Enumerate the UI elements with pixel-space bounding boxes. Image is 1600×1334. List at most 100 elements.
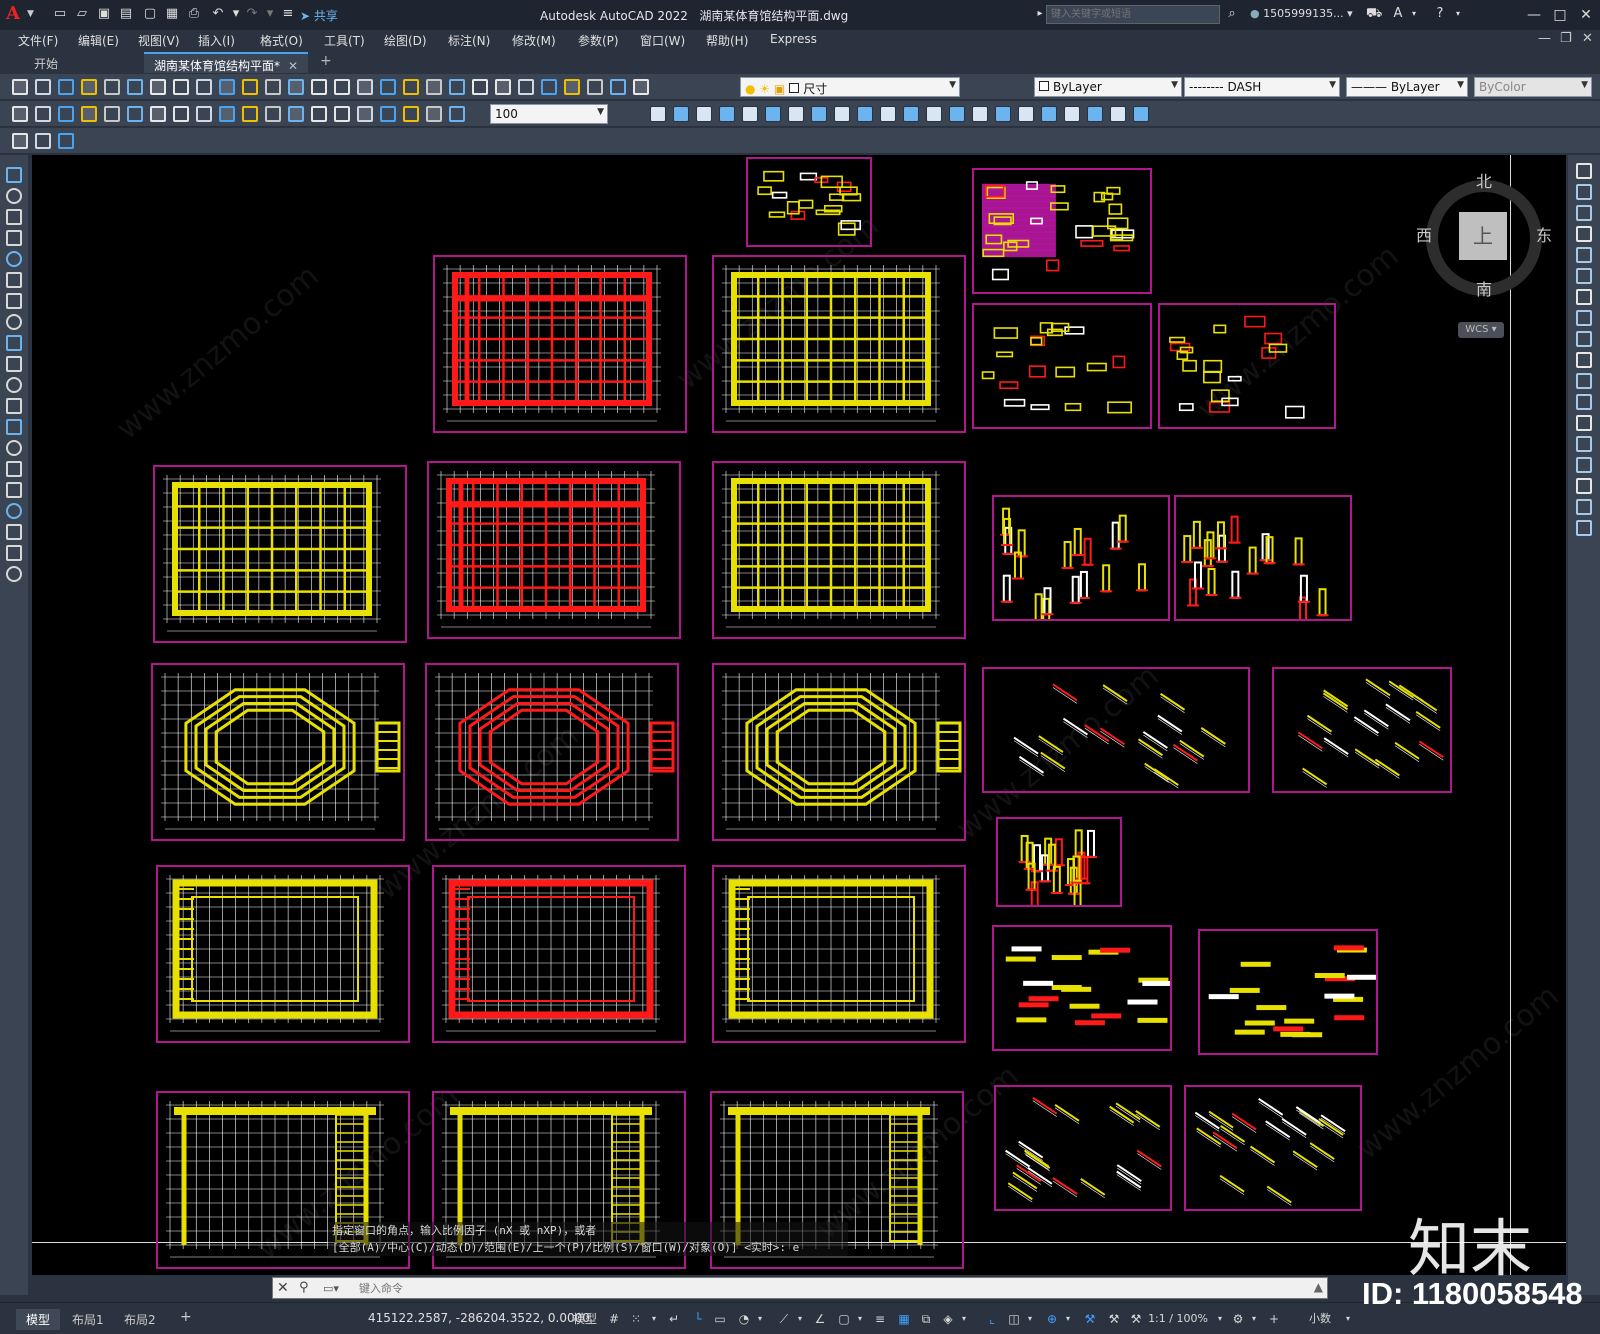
redo-icon[interactable]: ↷ xyxy=(244,6,260,22)
color-dropdown[interactable]: ByLayer ▼ xyxy=(1034,77,1182,97)
tab-layout2[interactable]: 布局2 xyxy=(114,1309,166,1330)
multileader-style-icon[interactable] xyxy=(35,133,51,149)
radius-icon[interactable] xyxy=(104,106,120,122)
aligned-dim-icon[interactable] xyxy=(35,106,51,122)
plot-preview-icon[interactable] xyxy=(104,79,120,95)
drawing-sheet[interactable] xyxy=(153,465,407,643)
viewcube-top-face[interactable]: 上 xyxy=(1459,212,1507,260)
object-snap-tracking-icon[interactable]: ∠ xyxy=(812,1311,828,1327)
wcs-menu[interactable]: WCS ▾ xyxy=(1458,322,1504,338)
redo-icon[interactable] xyxy=(288,79,304,95)
workspace-gear-icon[interactable]: ⚙ xyxy=(1230,1311,1246,1327)
plotstyle-dropdown[interactable]: ByColor ▼ xyxy=(1474,77,1592,97)
add-selected-icon[interactable] xyxy=(6,566,22,582)
save-as-icon[interactable]: ▤ xyxy=(118,6,134,22)
annotation-monitor-icon[interactable]: + xyxy=(1266,1311,1282,1327)
selection-cycling-icon[interactable]: ⧉ xyxy=(918,1311,934,1327)
extend-icon[interactable] xyxy=(1576,373,1592,389)
join-icon[interactable] xyxy=(1576,436,1592,452)
drawing-canvas[interactable]: www.znzmo.com www.znzmo.com www.znzmo.co… xyxy=(32,155,1566,1275)
drawing-sheet[interactable] xyxy=(994,1085,1172,1211)
break-point-icon[interactable] xyxy=(903,106,919,122)
scale-icon[interactable] xyxy=(811,106,827,122)
array-icon[interactable] xyxy=(742,106,758,122)
help-icon[interactable]: ? xyxy=(1432,6,1448,22)
coordinate-readout[interactable]: 415122.2587, -286204.3522, 0.0000 xyxy=(368,1311,590,1325)
stretch-icon[interactable] xyxy=(1576,331,1592,347)
compass-east[interactable]: 东 xyxy=(1536,222,1552,246)
new-icon[interactable] xyxy=(12,79,28,95)
undo-icon[interactable]: ↶ xyxy=(210,6,226,22)
block-editor-icon[interactable] xyxy=(242,79,258,95)
menu-window[interactable]: 窗口(W) xyxy=(640,32,685,49)
rotate-icon[interactable] xyxy=(788,106,804,122)
new-file-icon[interactable]: ▭ xyxy=(52,6,68,22)
selection-filter-dropdown-icon[interactable]: ▾ xyxy=(1022,1311,1038,1327)
plot-icon[interactable]: ⎙ xyxy=(186,6,202,22)
menu-view[interactable]: 视图(V) xyxy=(138,32,180,49)
gizmo-dropdown-icon[interactable]: ▾ xyxy=(1060,1311,1076,1327)
pan-icon[interactable] xyxy=(311,79,327,95)
doc-close-button[interactable]: ✕ xyxy=(1582,31,1593,46)
zoom-previous-icon[interactable] xyxy=(380,79,396,95)
copy-icon[interactable] xyxy=(1576,184,1592,200)
insert-block-icon[interactable] xyxy=(6,398,22,414)
make-current-icon[interactable] xyxy=(610,79,626,95)
jogged-linear-icon[interactable] xyxy=(380,106,396,122)
dim-edit-icon[interactable] xyxy=(403,106,419,122)
rotate-icon[interactable] xyxy=(1576,289,1592,305)
scale-icon[interactable] xyxy=(1576,310,1592,326)
close-tab-icon[interactable]: ✕ xyxy=(288,59,298,73)
break-icon[interactable] xyxy=(926,106,942,122)
break-icon[interactable] xyxy=(1576,415,1592,431)
ordinate-icon[interactable] xyxy=(81,106,97,122)
multileader-icon[interactable] xyxy=(12,133,28,149)
drawing-sheet[interactable] xyxy=(1158,303,1336,429)
ortho-icon[interactable]: └ xyxy=(690,1311,706,1327)
cart-icon[interactable]: ⛟ xyxy=(1366,6,1382,22)
circle-icon[interactable] xyxy=(6,293,22,309)
markup-icon[interactable] xyxy=(495,79,511,95)
polygon-icon[interactable] xyxy=(6,230,22,246)
share-button[interactable]: ➤ 共享 xyxy=(300,7,338,24)
a360-dropdown-icon[interactable]: ▾ xyxy=(1406,6,1422,22)
linear-dim-icon[interactable] xyxy=(12,106,28,122)
join-icon[interactable] xyxy=(949,106,965,122)
drawing-sheet[interactable] xyxy=(712,255,966,433)
menu-draw[interactable]: 绘图(D) xyxy=(384,32,427,49)
construction-line-icon[interactable] xyxy=(6,188,22,204)
jogged-icon[interactable] xyxy=(127,106,143,122)
help-search-input[interactable] xyxy=(1046,5,1220,24)
drawing-sheet[interactable] xyxy=(712,663,966,841)
isodraft-dropdown-icon[interactable]: ▾ xyxy=(792,1311,808,1327)
menu-dimension[interactable]: 标注(N) xyxy=(448,32,490,49)
offset-icon[interactable] xyxy=(1576,226,1592,242)
drawing-sheet[interactable] xyxy=(156,865,410,1043)
help-icon[interactable] xyxy=(541,79,557,95)
chamfer-icon[interactable] xyxy=(972,106,988,122)
layer-state-icon[interactable] xyxy=(587,79,603,95)
offset-icon[interactable] xyxy=(719,106,735,122)
compass-north[interactable]: 北 xyxy=(1476,168,1492,192)
drawing-sheet[interactable] xyxy=(972,168,1152,294)
save-icon[interactable] xyxy=(58,79,74,95)
cut-icon[interactable] xyxy=(150,79,166,95)
scale-dropdown-icon[interactable]: ▾ xyxy=(1212,1311,1228,1327)
command-input[interactable] xyxy=(359,1281,1319,1296)
customize-qat-icon[interactable]: ≡ xyxy=(280,6,296,22)
make-block-icon[interactable] xyxy=(6,419,22,435)
save-web-icon[interactable]: ▦ xyxy=(164,6,180,22)
tool-palettes-icon[interactable] xyxy=(449,79,465,95)
doc-minimize-button[interactable]: — xyxy=(1538,31,1551,46)
diameter-icon[interactable] xyxy=(150,106,166,122)
dim-update-icon[interactable] xyxy=(449,106,465,122)
undo-icon[interactable] xyxy=(265,79,281,95)
polyline-icon[interactable] xyxy=(6,209,22,225)
sheet-set-icon[interactable] xyxy=(472,79,488,95)
rectangle-icon[interactable] xyxy=(6,251,22,267)
close-button[interactable]: ✕ xyxy=(1576,5,1596,25)
help-dropdown-icon[interactable]: ▾ xyxy=(1450,6,1466,22)
fillet-icon[interactable] xyxy=(995,106,1011,122)
snap-dropdown-icon[interactable]: ▾ xyxy=(646,1311,662,1327)
ellipse-icon[interactable] xyxy=(6,356,22,372)
